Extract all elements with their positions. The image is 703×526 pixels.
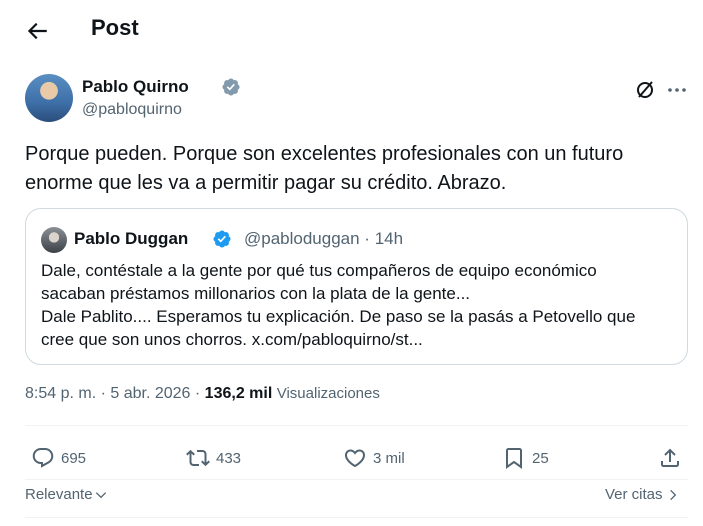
quoted-text: Dale, contéstale a la gente por qué tus …	[41, 259, 681, 351]
bookmark-count: 25	[532, 449, 549, 467]
meta-separator: ·	[96, 385, 111, 402]
repost-button[interactable]: 433	[186, 444, 241, 472]
reply-icon	[32, 448, 54, 468]
quoted-author-name[interactable]: Pablo Duggan	[74, 229, 188, 249]
post-meta: 8:54 p. m. · 5 abr. 2026 · 136,2 mil Vis…	[25, 385, 380, 403]
page-title: Post	[91, 15, 139, 40]
reply-count: 695	[61, 449, 87, 467]
like-count: 3 mil	[373, 449, 405, 467]
divider	[25, 517, 688, 518]
action-bar: 695 433 3 mil 25	[25, 436, 688, 480]
sort-label: Relevante	[25, 486, 93, 503]
views-label: Visualizaciones	[276, 385, 380, 402]
views-count: 136,2 mil	[204, 385, 273, 402]
share-icon	[661, 448, 679, 467]
post-text: Porque pueden. Porque son excelentes pro…	[25, 143, 624, 194]
bookmark-button[interactable]: 25	[502, 444, 549, 472]
quoted-handle-time[interactable]: @pabloduggan · 14h	[244, 229, 403, 249]
share-button[interactable]	[658, 444, 688, 472]
quotes-label: Ver citas	[605, 486, 663, 503]
heart-icon	[344, 449, 366, 468]
post-time[interactable]: 8:54 p. m.	[25, 385, 96, 402]
bookmark-icon	[506, 448, 522, 469]
sort-dropdown[interactable]: Relevante	[25, 486, 108, 503]
quoted-post[interactable]: Pablo Duggan @pabloduggan · 14h Dale, co…	[25, 208, 688, 365]
quoted-text-line: Dale, contéstale a la gente por qué tus …	[41, 261, 597, 280]
quoted-text-line: sacaban préstamos millonarios con la pla…	[41, 284, 471, 303]
arrow-left-icon[interactable]	[24, 18, 50, 44]
author-handle[interactable]: @pabloquirno	[82, 101, 182, 119]
grok-icon[interactable]	[633, 78, 657, 102]
post-date[interactable]: 5 abr. 2026	[110, 385, 190, 402]
avatar[interactable]	[25, 74, 73, 122]
verified-badge-icon	[213, 230, 231, 248]
like-button[interactable]: 3 mil	[343, 444, 405, 472]
meta-separator: ·	[190, 385, 205, 402]
quoted-text-line: Dale Pablito.... Esperamos tu explicació…	[41, 307, 636, 326]
post-author: Pablo Quirno @pabloquirno	[25, 74, 686, 124]
author-name[interactable]: Pablo Quirno	[82, 77, 189, 97]
reply-button[interactable]: 695	[31, 444, 86, 472]
repost-icon	[186, 449, 210, 467]
chevron-right-icon	[669, 489, 676, 500]
repost-count: 433	[216, 449, 242, 467]
verified-badge-icon	[222, 78, 240, 96]
view-quotes-link[interactable]: Ver citas	[605, 486, 680, 503]
quoted-avatar[interactable]	[41, 227, 67, 253]
quoted-text-line: cree que son unos chorros. x.com/pabloqu…	[41, 330, 423, 349]
divider	[25, 479, 688, 480]
more-options-icon[interactable]	[665, 78, 689, 102]
chevron-down-icon	[95, 491, 106, 498]
divider	[25, 425, 688, 426]
top-bar: Post	[0, 0, 703, 60]
